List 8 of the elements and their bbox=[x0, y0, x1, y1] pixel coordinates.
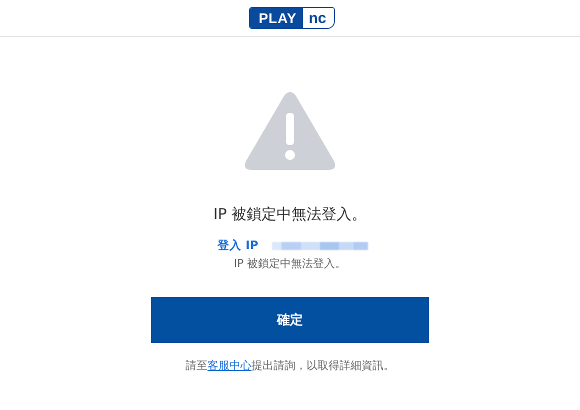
support-link[interactable]: 客服中心 bbox=[208, 359, 252, 372]
ip-label: 登入 IP bbox=[218, 238, 258, 253]
error-detail: IP 被鎖定中無法登入。 bbox=[234, 256, 346, 271]
logo: PLAY nc bbox=[248, 7, 336, 29]
help-text: 請至客服中心提出請詢，以取得詳細資訊。 bbox=[186, 358, 394, 373]
confirm-button[interactable]: 確定 bbox=[151, 297, 429, 343]
error-title: IP 被鎖定中無法登入。 bbox=[213, 204, 367, 225]
warning-icon bbox=[244, 91, 336, 171]
